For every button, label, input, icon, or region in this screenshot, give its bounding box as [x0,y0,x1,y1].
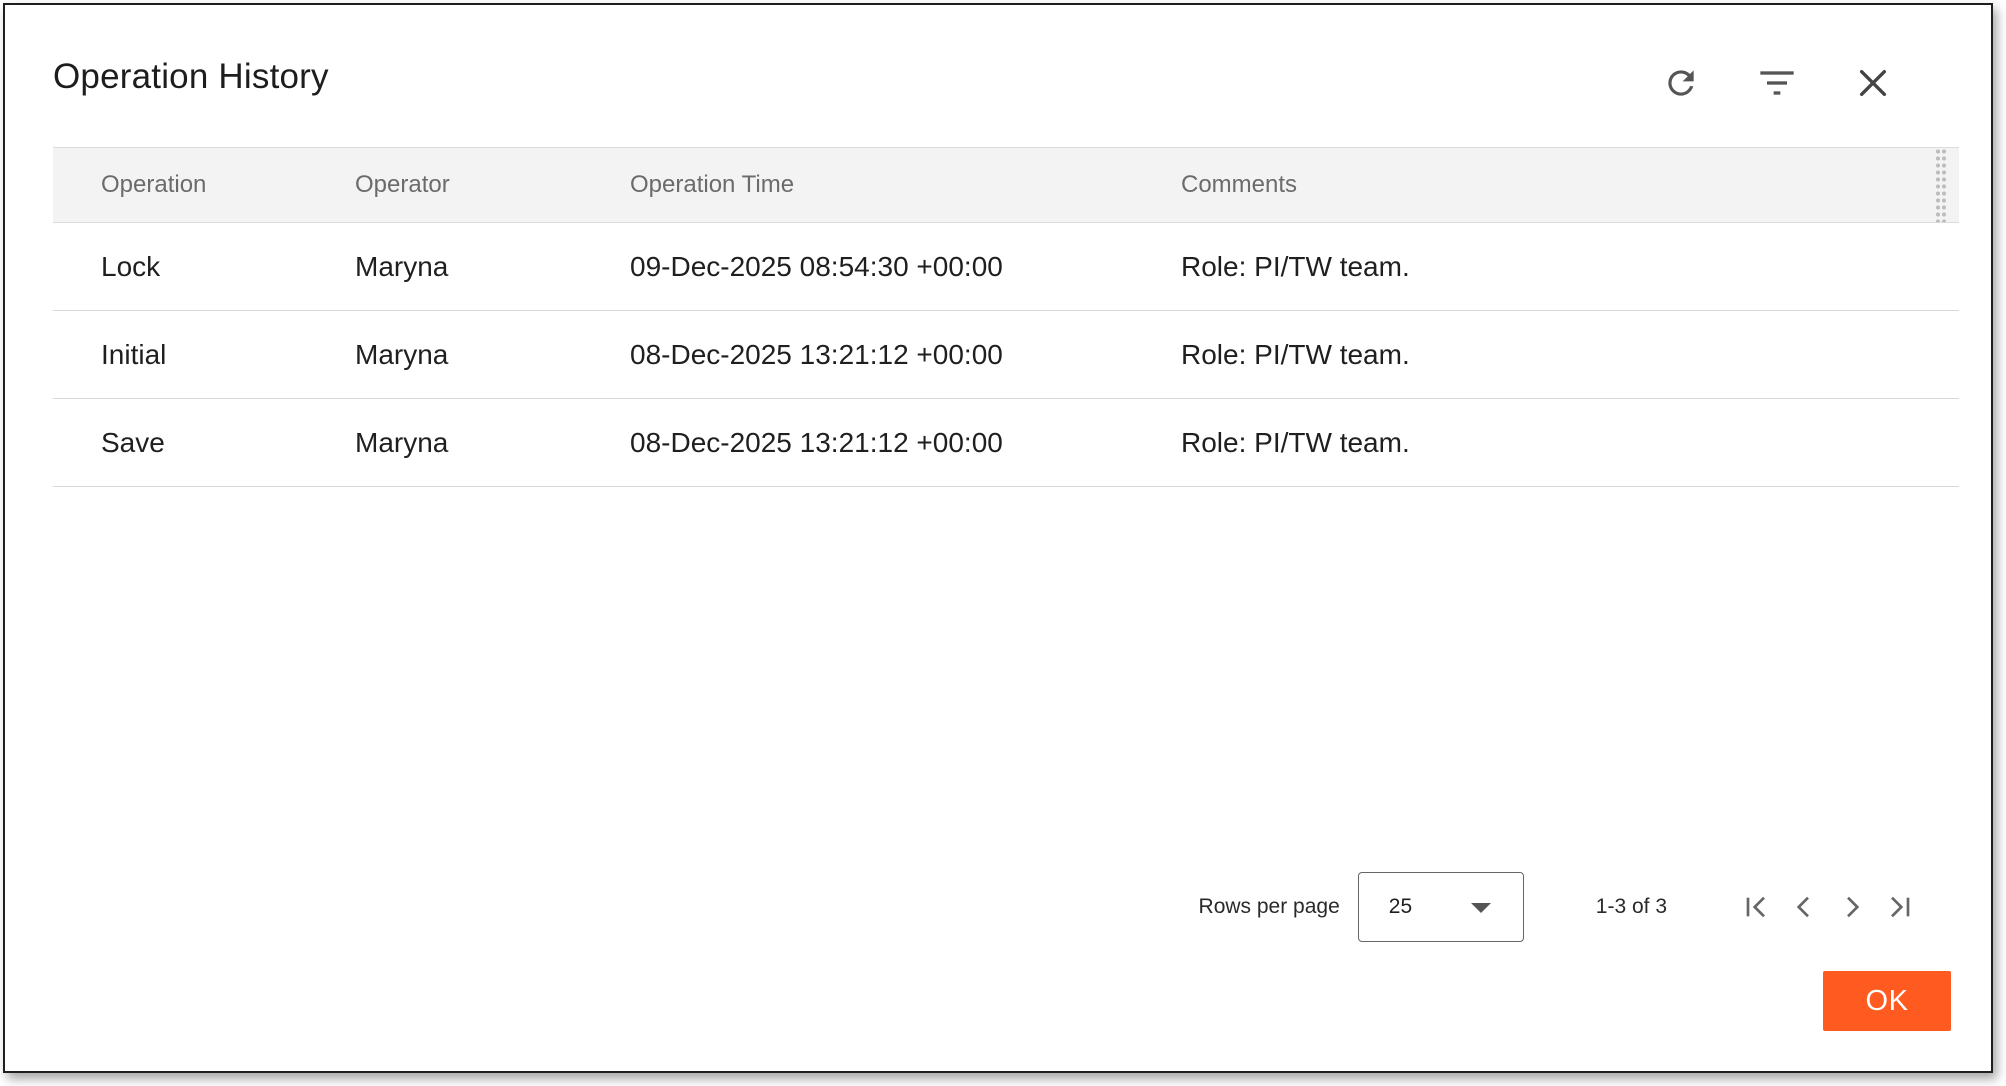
pagination-range: 1-3 of 3 [1595,895,1667,918]
chevron-down-icon [1470,903,1491,913]
first-page-icon [1746,896,1765,918]
rows-per-page-label: Rows per page [1198,895,1340,918]
last-page-button[interactable] [1881,887,1919,927]
rows-per-page-select[interactable]: 25 [1357,872,1524,942]
table-row[interactable]: Initial Maryna 08-Dec-2025 13:21:12 +00:… [53,311,1959,399]
column-header-operator[interactable]: Operator [355,171,450,199]
column-header-operation[interactable]: Operation [101,171,206,199]
refresh-button[interactable] [1633,55,1729,111]
last-page-icon [1891,896,1910,918]
cell-operator: Maryna [355,426,449,458]
rows-per-page-value: 25 [1388,895,1413,918]
filter-button[interactable] [1729,55,1825,111]
cell-operator: Maryna [355,338,449,370]
cell-operator: Maryna [355,250,449,282]
ok-button[interactable]: OK [1823,971,1951,1031]
cell-operation: Save [101,426,165,458]
cell-operation: Lock [101,250,161,282]
refresh-icon [1668,70,1694,96]
first-page-button[interactable] [1737,887,1775,927]
column-resize-handle[interactable] [1935,148,1947,222]
operation-history-dialog: Operation History Operation Operator Ope… [3,3,1993,1073]
cell-operation-time: 09-Dec-2025 08:54:30 +00:00 [630,250,1003,282]
filter-icon [1760,71,1794,95]
table-row[interactable]: Save Maryna 08-Dec-2025 13:21:12 +00:00 … [53,399,1959,487]
close-button[interactable] [1825,55,1921,111]
header-toolbar [1633,55,1921,111]
cell-comments: Role: PI/TW team. [1181,250,1410,282]
column-header-operation-time[interactable]: Operation Time [630,171,794,199]
column-header-comments[interactable]: Comments [1181,171,1297,199]
prev-page-icon [1796,896,1809,918]
table-row[interactable]: Lock Maryna 09-Dec-2025 08:54:30 +00:00 … [53,223,1959,311]
cell-operation: Initial [101,338,167,370]
operation-history-table: Operation Operator Operation Time Commen… [53,147,1959,487]
cell-operation-time: 08-Dec-2025 13:21:12 +00:00 [630,426,1003,458]
dialog-title: Operation History [53,57,329,96]
cell-comments: Role: PI/TW team. [1181,426,1410,458]
close-icon [1859,69,1887,97]
pagination-nav [1737,887,1919,927]
table-header: Operation Operator Operation Time Commen… [53,147,1959,223]
next-page-icon [1847,896,1860,918]
cell-operation-time: 08-Dec-2025 13:21:12 +00:00 [630,338,1003,370]
cell-comments: Role: PI/TW team. [1181,338,1410,370]
next-page-button[interactable] [1833,887,1871,927]
prev-page-button[interactable] [1785,887,1823,927]
pagination-bar: Rows per page 25 1-3 of 3 [1199,871,1919,943]
